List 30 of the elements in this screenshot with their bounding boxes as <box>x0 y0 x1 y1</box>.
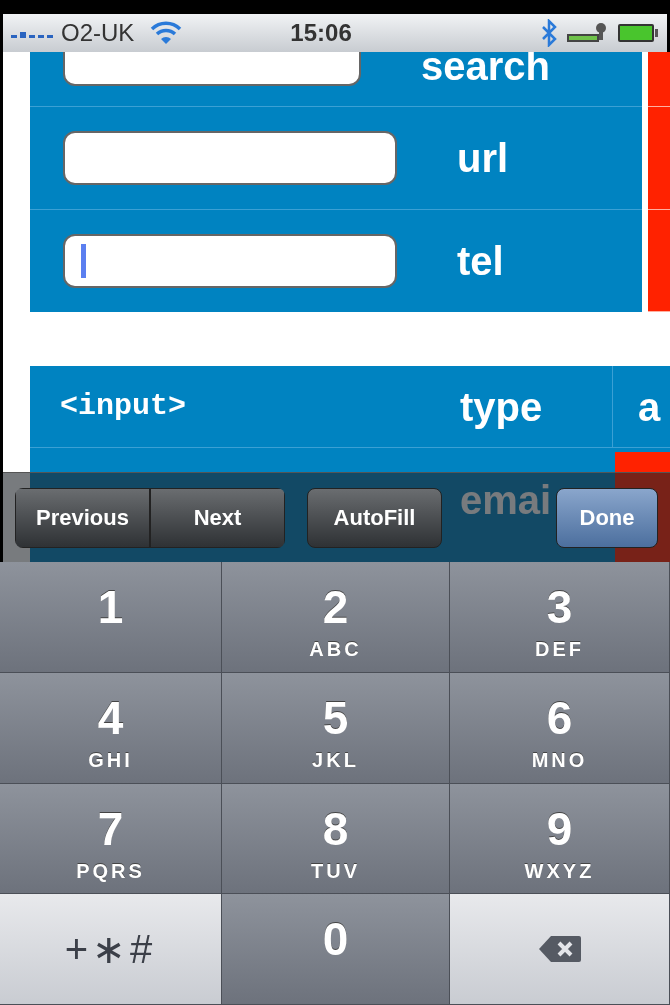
toolbar-button[interactable]: Done <box>556 487 658 548</box>
text-field[interactable] <box>63 131 397 185</box>
bluetooth-icon <box>539 19 559 47</box>
keypad-key[interactable]: 5 JKL <box>222 672 450 784</box>
column-header: a <box>638 383 661 431</box>
keypad-key[interactable]: 8 TUV <box>222 783 450 895</box>
carrier-name: O2-UK <box>61 18 135 48</box>
wifi-icon <box>150 21 183 45</box>
battery-icon <box>617 22 659 44</box>
keypad-key[interactable]: 0 <box>222 894 450 1005</box>
keypad-key[interactable]: 4 GHI <box>0 672 222 784</box>
keypad-key[interactable]: 2 ABC <box>222 562 450 673</box>
keypad-key[interactable]: +∗# <box>0 894 222 1005</box>
keypad-key[interactable]: 7 PQRS <box>0 783 222 895</box>
text-field[interactable] <box>63 234 397 288</box>
keypad-key[interactable]: 6 MNO <box>450 672 670 784</box>
table-cell-text: emai <box>460 477 552 524</box>
keypad-key[interactable]: 1 <box>0 562 222 673</box>
keypad-key[interactable]: 3 DEF <box>450 562 670 673</box>
toolbar-button[interactable]: AutoFill <box>307 487 442 548</box>
field-label: tel <box>457 241 504 281</box>
column-header: type <box>460 366 613 447</box>
delete-key[interactable] <box>450 894 670 1005</box>
field-label: url <box>457 138 509 178</box>
backspace-icon <box>536 934 583 965</box>
toolbar-button[interactable]: Previous <box>15 487 150 548</box>
status-time: 15:06 <box>290 18 352 48</box>
toolbar-button[interactable]: Next <box>150 487 285 548</box>
keypad-key[interactable]: 9 WXYZ <box>450 783 670 895</box>
column-header: <input> <box>60 388 188 425</box>
